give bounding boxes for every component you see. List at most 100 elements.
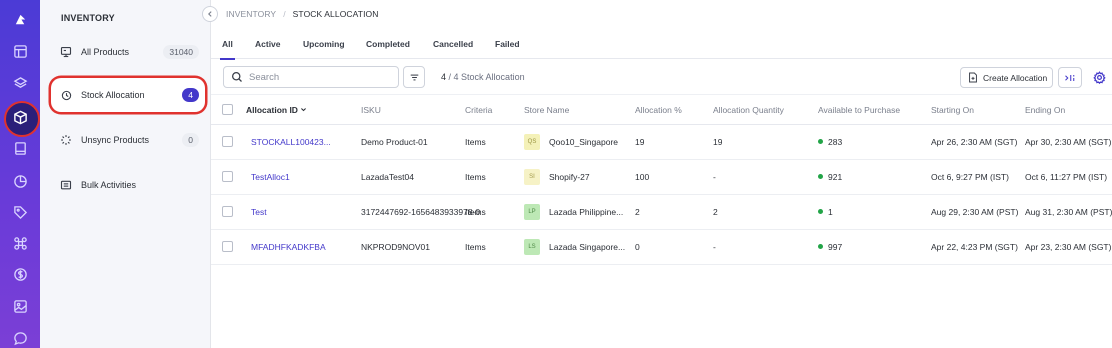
filter-button[interactable] [403, 66, 425, 88]
app-logo-icon[interactable] [9, 8, 31, 30]
breadcrumb-current: STOCK ALLOCATION [292, 9, 379, 19]
row-checkbox[interactable] [222, 206, 233, 217]
tab-completed[interactable]: Completed [366, 39, 410, 49]
sidebar-item-label: All Products [81, 47, 130, 57]
collapse-sidebar-button[interactable] [202, 6, 218, 22]
status-tabs: All Active Upcoming Completed Cancelled … [211, 31, 1112, 60]
list-icon [59, 179, 73, 191]
monitor-icon [59, 46, 73, 58]
inventory-sidebar: INVENTORY All Products 31040 Stock Alloc… [40, 0, 211, 348]
layers-icon[interactable] [9, 72, 31, 94]
row-checkbox[interactable] [222, 171, 233, 182]
available-status-dot [818, 139, 823, 144]
clock-icon [59, 90, 73, 101]
tab-cancelled[interactable]: Cancelled [433, 39, 473, 49]
table-row[interactable]: Test 3172447692-1656483933978-0 Items LP… [211, 195, 1112, 230]
sidebar-item-all-products[interactable]: All Products 31040 [51, 35, 205, 69]
column-header-allocation-pct: Allocation % [635, 105, 682, 115]
criteria-cell: Items [465, 137, 486, 147]
starting-on-cell: Aug 29, 2:30 AM (PST) [931, 207, 1019, 217]
ending-on-cell: Aug 31, 2:30 AM (PST) [1025, 207, 1112, 217]
store-name-cell: Lazada Singapore... [549, 242, 626, 252]
result-count: 4 / 4 Stock Allocation [441, 72, 525, 82]
settings-button[interactable] [1091, 69, 1107, 85]
starting-on-cell: Oct 6, 9:27 PM (IST) [931, 172, 1009, 182]
search-box [223, 66, 399, 88]
starting-on-cell: Apr 26, 2:30 AM (SGT) [931, 137, 1018, 147]
store-avatar: LS [524, 239, 540, 255]
available-value: 921 [828, 172, 843, 182]
column-header-available: Available to Purchase [818, 105, 901, 115]
select-all-checkbox[interactable] [222, 104, 233, 115]
tab-upcoming[interactable]: Upcoming [303, 39, 345, 49]
sidebar-item-label: Bulk Activities [81, 180, 137, 190]
column-header-allocation-qty: Allocation Quantity [713, 105, 784, 115]
filter-icon [410, 74, 418, 80]
allocation-qty-cell: 19 [713, 137, 723, 147]
sidebar-item-unsync-products[interactable]: Unsync Products 0 [51, 123, 205, 157]
tab-failed[interactable]: Failed [495, 39, 520, 49]
column-header-store-name: Store Name [524, 105, 570, 115]
sidebar-item-bulk-activities[interactable]: Bulk Activities [51, 168, 205, 202]
create-allocation-label: Create Allocation [983, 72, 1048, 83]
columns-icon [1065, 74, 1075, 81]
image-icon[interactable] [9, 295, 31, 317]
ending-on-cell: Apr 30, 2:30 AM (SGT) [1025, 137, 1112, 147]
loader-icon [59, 134, 73, 146]
sidebar-item-label: Stock Allocation [81, 90, 145, 100]
table-row[interactable]: MFADHFKADKFBA NKPROD9NOV01 Items LS Laza… [211, 230, 1112, 265]
tab-all[interactable]: All [220, 39, 235, 60]
create-allocation-button[interactable]: Create Allocation [960, 67, 1053, 88]
column-header-isku: ISKU [361, 105, 381, 115]
chat-icon[interactable] [9, 327, 31, 348]
column-header-label: Allocation ID [246, 105, 298, 115]
allocation-pct-cell: 2 [635, 207, 640, 217]
isku-cell: LazadaTest04 [361, 172, 414, 182]
sidebar-item-count: 4 [182, 88, 199, 102]
dollar-circle-icon[interactable] [9, 263, 31, 285]
row-checkbox[interactable] [222, 241, 233, 252]
table-header: Allocation ID ISKU Criteria Store Name A… [211, 94, 1112, 125]
search-input[interactable] [249, 71, 389, 83]
row-checkbox[interactable] [222, 136, 233, 147]
available-status-dot [818, 209, 823, 214]
allocation-pct-cell: 100 [635, 172, 650, 182]
allocation-pct-cell: 19 [635, 137, 645, 147]
document-plus-icon [969, 72, 977, 83]
book-icon[interactable] [9, 137, 31, 159]
allocation-qty-cell: - [713, 242, 716, 252]
table-row[interactable]: TestAlloc1 LazadaTest04 Items SI Shopify… [211, 160, 1112, 195]
tag-icon[interactable] [9, 201, 31, 223]
isku-cell: Demo Product-01 [361, 137, 428, 147]
table-row[interactable]: STOCKALL100423... Demo Product-01 Items … [211, 125, 1112, 160]
store-name-cell: Lazada Philippine... [549, 207, 624, 217]
box-icon[interactable] [4, 101, 40, 137]
allocation-id-link[interactable]: STOCKALL100423... [251, 137, 346, 147]
result-count-separator: / [446, 72, 454, 82]
sidebar-item-count: 0 [182, 133, 199, 147]
icon-rail [0, 0, 40, 348]
allocation-id-link[interactable]: Test [251, 207, 346, 217]
column-header-criteria: Criteria [465, 105, 493, 115]
allocation-id-link[interactable]: TestAlloc1 [251, 172, 346, 182]
pie-chart-icon[interactable] [9, 170, 31, 192]
available-cell: 283 [818, 137, 842, 147]
result-count-total: 4 Stock Allocation [453, 72, 525, 82]
store-name-cell: Shopify-27 [549, 172, 590, 182]
command-icon[interactable] [9, 232, 31, 254]
sidebar-item-stock-allocation[interactable]: Stock Allocation 4 [51, 78, 205, 112]
layout-icon[interactable] [9, 40, 31, 62]
available-value: 1 [828, 207, 833, 217]
column-settings-button[interactable] [1058, 67, 1082, 88]
breadcrumb-root[interactable]: INVENTORY [226, 9, 276, 19]
sidebar-item-count: 31040 [163, 45, 199, 59]
store-name-cell: Qoo10_Singapore [549, 137, 619, 147]
allocation-id-link[interactable]: MFADHFKADKFBA [251, 242, 346, 252]
store-avatar: SI [524, 169, 540, 185]
tab-active[interactable]: Active [255, 39, 281, 49]
column-header-allocation-id[interactable]: Allocation ID [246, 105, 307, 115]
column-header-ending-on: Ending On [1025, 105, 1066, 115]
gear-icon [1092, 70, 1106, 84]
store-avatar: LP [524, 204, 540, 220]
isku-cell: 3172447692-1656483933978-0 [361, 207, 481, 217]
